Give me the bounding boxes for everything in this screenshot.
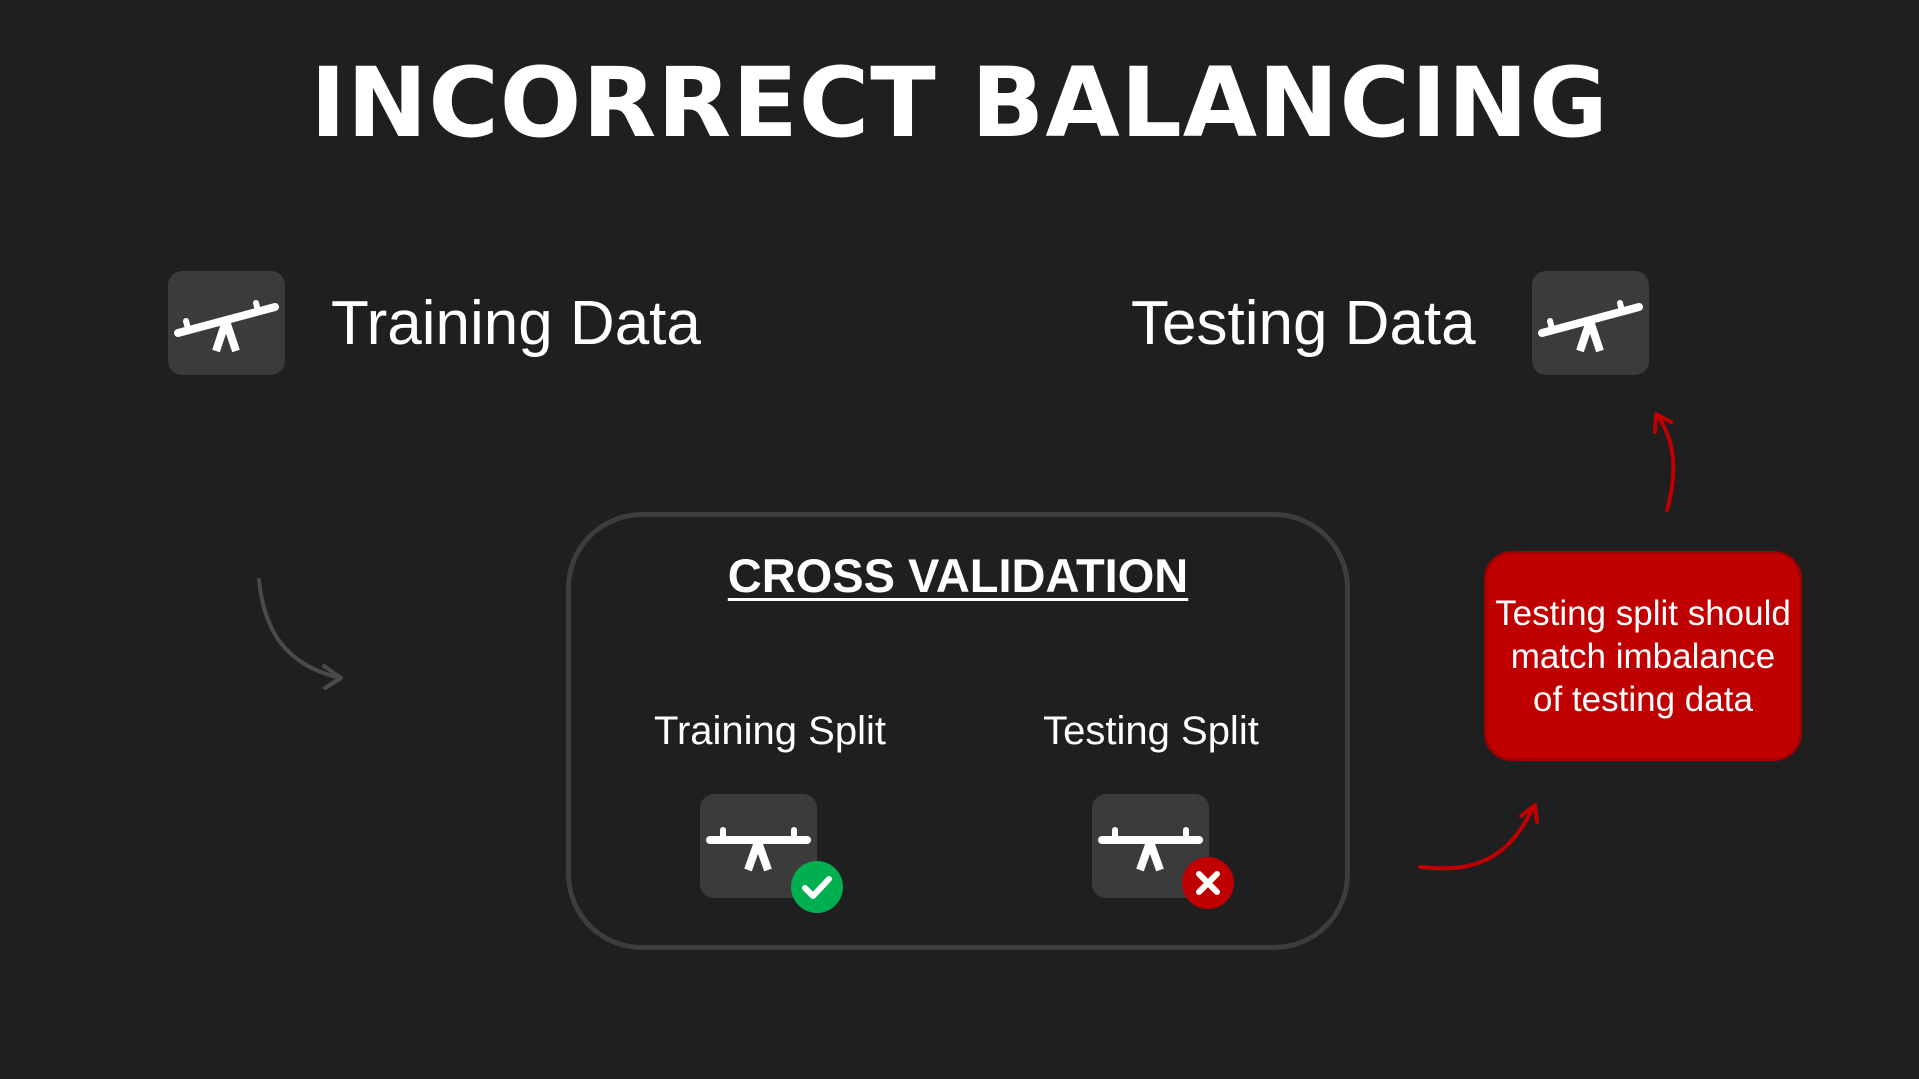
curved-arrow-icon (1653, 412, 1676, 512)
curved-arrow-icon (257, 578, 343, 690)
training-data-label: Training Data (331, 289, 701, 358)
testing-split-callout: Testing split should match imbalance of … (1484, 551, 1802, 761)
testing-data-label: Testing Data (1131, 289, 1476, 358)
check-badge (791, 861, 843, 913)
x-badge (1182, 857, 1234, 909)
testing-split-label: Testing Split (1043, 709, 1259, 753)
seesaw-icon (174, 300, 279, 353)
training-split-label: Training Split (654, 709, 886, 753)
callout-text: Testing split should match imbalance of … (1495, 593, 1791, 719)
training-data-icon-box (168, 271, 285, 375)
check-icon (802, 876, 832, 899)
curved-arrow-icon (1418, 803, 1539, 871)
page-title: INCORRECT BALANCING (310, 47, 1609, 159)
cross-validation-title: CROSS VALIDATION (727, 549, 1189, 602)
seesaw-icon (1538, 300, 1643, 353)
x-icon (1196, 871, 1220, 895)
testing-data-icon-box (1532, 271, 1649, 375)
